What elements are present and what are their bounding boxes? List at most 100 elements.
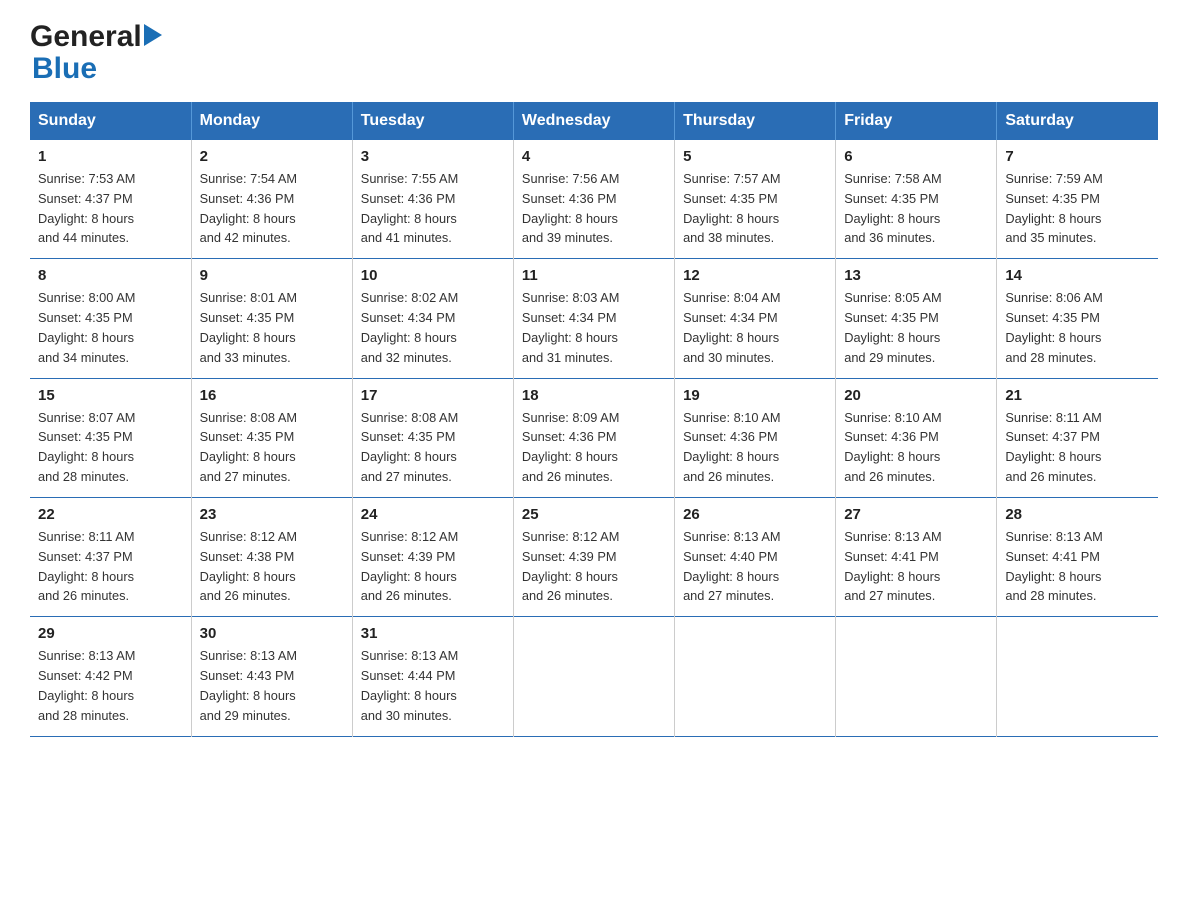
- day-info: Sunrise: 7:56 AM Sunset: 4:36 PM Dayligh…: [522, 169, 666, 248]
- calendar-header-sunday: Sunday: [30, 102, 191, 140]
- logo-general-text: General: [30, 20, 142, 54]
- day-number: 22: [38, 506, 183, 523]
- day-info: Sunrise: 8:03 AM Sunset: 4:34 PM Dayligh…: [522, 288, 666, 367]
- calendar-cell: 28 Sunrise: 8:13 AM Sunset: 4:41 PM Dayl…: [997, 497, 1158, 616]
- day-number: 27: [844, 506, 988, 523]
- calendar-cell: 22 Sunrise: 8:11 AM Sunset: 4:37 PM Dayl…: [30, 497, 191, 616]
- day-number: 29: [38, 625, 183, 642]
- day-info: Sunrise: 8:12 AM Sunset: 4:39 PM Dayligh…: [361, 527, 505, 606]
- calendar-cell: [675, 617, 836, 736]
- day-info: Sunrise: 8:12 AM Sunset: 4:39 PM Dayligh…: [522, 527, 666, 606]
- calendar-cell: 24 Sunrise: 8:12 AM Sunset: 4:39 PM Dayl…: [352, 497, 513, 616]
- calendar-cell: 1 Sunrise: 7:53 AM Sunset: 4:37 PM Dayli…: [30, 140, 191, 259]
- calendar-cell: 12 Sunrise: 8:04 AM Sunset: 4:34 PM Dayl…: [675, 259, 836, 378]
- day-number: 28: [1005, 506, 1150, 523]
- day-info: Sunrise: 8:10 AM Sunset: 4:36 PM Dayligh…: [683, 408, 827, 487]
- calendar-cell: 15 Sunrise: 8:07 AM Sunset: 4:35 PM Dayl…: [30, 378, 191, 497]
- day-info: Sunrise: 8:11 AM Sunset: 4:37 PM Dayligh…: [38, 527, 183, 606]
- calendar-header-wednesday: Wednesday: [513, 102, 674, 140]
- page-header: General Blue: [30, 20, 1158, 86]
- calendar-header-monday: Monday: [191, 102, 352, 140]
- day-info: Sunrise: 8:06 AM Sunset: 4:35 PM Dayligh…: [1005, 288, 1150, 367]
- calendar-cell: [836, 617, 997, 736]
- calendar-cell: 23 Sunrise: 8:12 AM Sunset: 4:38 PM Dayl…: [191, 497, 352, 616]
- day-number: 11: [522, 267, 666, 284]
- calendar-header-friday: Friday: [836, 102, 997, 140]
- day-number: 16: [200, 387, 344, 404]
- calendar-cell: [997, 617, 1158, 736]
- calendar-week-4: 22 Sunrise: 8:11 AM Sunset: 4:37 PM Dayl…: [30, 497, 1158, 616]
- calendar-cell: 19 Sunrise: 8:10 AM Sunset: 4:36 PM Dayl…: [675, 378, 836, 497]
- day-number: 5: [683, 148, 827, 165]
- calendar-cell: 13 Sunrise: 8:05 AM Sunset: 4:35 PM Dayl…: [836, 259, 997, 378]
- day-number: 30: [200, 625, 344, 642]
- day-number: 20: [844, 387, 988, 404]
- day-info: Sunrise: 8:07 AM Sunset: 4:35 PM Dayligh…: [38, 408, 183, 487]
- day-info: Sunrise: 8:02 AM Sunset: 4:34 PM Dayligh…: [361, 288, 505, 367]
- day-info: Sunrise: 8:00 AM Sunset: 4:35 PM Dayligh…: [38, 288, 183, 367]
- logo: General Blue: [30, 20, 162, 86]
- day-number: 23: [200, 506, 344, 523]
- calendar-cell: 25 Sunrise: 8:12 AM Sunset: 4:39 PM Dayl…: [513, 497, 674, 616]
- day-info: Sunrise: 8:13 AM Sunset: 4:41 PM Dayligh…: [1005, 527, 1150, 606]
- day-number: 14: [1005, 267, 1150, 284]
- day-number: 1: [38, 148, 183, 165]
- day-info: Sunrise: 8:13 AM Sunset: 4:40 PM Dayligh…: [683, 527, 827, 606]
- day-number: 7: [1005, 148, 1150, 165]
- calendar-cell: 18 Sunrise: 8:09 AM Sunset: 4:36 PM Dayl…: [513, 378, 674, 497]
- calendar-cell: 7 Sunrise: 7:59 AM Sunset: 4:35 PM Dayli…: [997, 140, 1158, 259]
- calendar-cell: 9 Sunrise: 8:01 AM Sunset: 4:35 PM Dayli…: [191, 259, 352, 378]
- calendar-header-saturday: Saturday: [997, 102, 1158, 140]
- day-number: 26: [683, 506, 827, 523]
- calendar-week-2: 8 Sunrise: 8:00 AM Sunset: 4:35 PM Dayli…: [30, 259, 1158, 378]
- day-number: 13: [844, 267, 988, 284]
- day-number: 8: [38, 267, 183, 284]
- day-number: 19: [683, 387, 827, 404]
- day-number: 2: [200, 148, 344, 165]
- day-number: 25: [522, 506, 666, 523]
- calendar-header-row: SundayMondayTuesdayWednesdayThursdayFrid…: [30, 102, 1158, 140]
- calendar-week-3: 15 Sunrise: 8:07 AM Sunset: 4:35 PM Dayl…: [30, 378, 1158, 497]
- day-info: Sunrise: 8:13 AM Sunset: 4:41 PM Dayligh…: [844, 527, 988, 606]
- day-number: 10: [361, 267, 505, 284]
- logo-arrow-icon: [144, 24, 162, 51]
- day-info: Sunrise: 8:10 AM Sunset: 4:36 PM Dayligh…: [844, 408, 988, 487]
- calendar-cell: 6 Sunrise: 7:58 AM Sunset: 4:35 PM Dayli…: [836, 140, 997, 259]
- day-info: Sunrise: 8:09 AM Sunset: 4:36 PM Dayligh…: [522, 408, 666, 487]
- day-info: Sunrise: 8:13 AM Sunset: 4:43 PM Dayligh…: [200, 646, 344, 725]
- calendar-header-thursday: Thursday: [675, 102, 836, 140]
- day-number: 3: [361, 148, 505, 165]
- day-info: Sunrise: 8:08 AM Sunset: 4:35 PM Dayligh…: [200, 408, 344, 487]
- day-info: Sunrise: 7:55 AM Sunset: 4:36 PM Dayligh…: [361, 169, 505, 248]
- day-number: 24: [361, 506, 505, 523]
- calendar-cell: 10 Sunrise: 8:02 AM Sunset: 4:34 PM Dayl…: [352, 259, 513, 378]
- day-number: 31: [361, 625, 505, 642]
- calendar-cell: 2 Sunrise: 7:54 AM Sunset: 4:36 PM Dayli…: [191, 140, 352, 259]
- calendar-cell: 29 Sunrise: 8:13 AM Sunset: 4:42 PM Dayl…: [30, 617, 191, 736]
- calendar-cell: 31 Sunrise: 8:13 AM Sunset: 4:44 PM Dayl…: [352, 617, 513, 736]
- logo-blue-text: Blue: [32, 52, 97, 86]
- day-info: Sunrise: 8:04 AM Sunset: 4:34 PM Dayligh…: [683, 288, 827, 367]
- day-info: Sunrise: 7:53 AM Sunset: 4:37 PM Dayligh…: [38, 169, 183, 248]
- day-info: Sunrise: 8:08 AM Sunset: 4:35 PM Dayligh…: [361, 408, 505, 487]
- calendar-cell: 14 Sunrise: 8:06 AM Sunset: 4:35 PM Dayl…: [997, 259, 1158, 378]
- calendar-cell: 16 Sunrise: 8:08 AM Sunset: 4:35 PM Dayl…: [191, 378, 352, 497]
- calendar-cell: 17 Sunrise: 8:08 AM Sunset: 4:35 PM Dayl…: [352, 378, 513, 497]
- day-number: 9: [200, 267, 344, 284]
- day-info: Sunrise: 7:58 AM Sunset: 4:35 PM Dayligh…: [844, 169, 988, 248]
- day-number: 17: [361, 387, 505, 404]
- day-number: 21: [1005, 387, 1150, 404]
- day-number: 4: [522, 148, 666, 165]
- calendar-cell: 5 Sunrise: 7:57 AM Sunset: 4:35 PM Dayli…: [675, 140, 836, 259]
- calendar-cell: 30 Sunrise: 8:13 AM Sunset: 4:43 PM Dayl…: [191, 617, 352, 736]
- day-info: Sunrise: 8:11 AM Sunset: 4:37 PM Dayligh…: [1005, 408, 1150, 487]
- calendar-cell: [513, 617, 674, 736]
- day-info: Sunrise: 7:54 AM Sunset: 4:36 PM Dayligh…: [200, 169, 344, 248]
- calendar-cell: 8 Sunrise: 8:00 AM Sunset: 4:35 PM Dayli…: [30, 259, 191, 378]
- day-info: Sunrise: 8:13 AM Sunset: 4:42 PM Dayligh…: [38, 646, 183, 725]
- day-number: 6: [844, 148, 988, 165]
- calendar-cell: 21 Sunrise: 8:11 AM Sunset: 4:37 PM Dayl…: [997, 378, 1158, 497]
- day-number: 15: [38, 387, 183, 404]
- calendar-header-tuesday: Tuesday: [352, 102, 513, 140]
- day-info: Sunrise: 8:05 AM Sunset: 4:35 PM Dayligh…: [844, 288, 988, 367]
